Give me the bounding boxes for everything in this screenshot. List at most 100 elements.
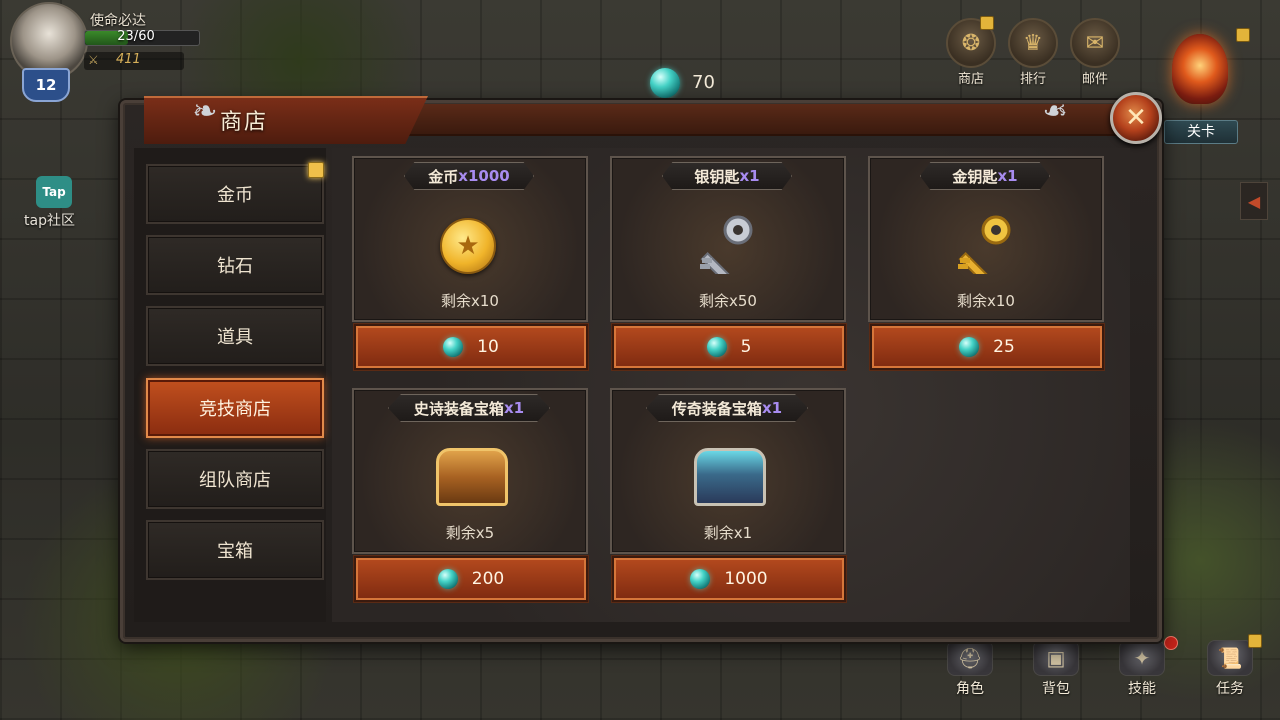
nav-backpack[interactable]: ▣ 背包 xyxy=(1024,640,1088,698)
item-name: 史诗装备宝箱 xyxy=(413,399,504,418)
item-price: 5 xyxy=(740,337,752,357)
tab-items[interactable]: 道具 xyxy=(146,306,324,366)
hp-text: 23/60 xyxy=(117,29,155,44)
power-value: 411 xyxy=(116,52,141,67)
tab-label: 钻石 xyxy=(217,256,253,277)
tab-arena-shop[interactable]: 竞技商店 xyxy=(146,378,324,438)
item-name: 银钥匙 xyxy=(694,167,740,186)
nav-character[interactable]: ⛑ 角色 xyxy=(938,640,1002,698)
expand-arrow-icon[interactable]: ◀ xyxy=(1240,182,1268,220)
item-price: 25 xyxy=(993,337,1015,357)
notification-badge xyxy=(1236,28,1250,42)
item-remaining: 剩余x1 xyxy=(703,524,753,542)
gem-icon xyxy=(650,68,680,98)
notification-badge xyxy=(980,16,994,30)
tab-label: 道具 xyxy=(217,327,253,348)
tap-community-icon[interactable]: Tap xyxy=(36,176,72,208)
buy-button[interactable]: 5 xyxy=(612,324,846,370)
item-name: 传奇装备宝箱 xyxy=(671,399,762,418)
item-remaining: 剩余x10 xyxy=(957,292,1015,310)
top-menu-label: 邮件 xyxy=(1081,72,1108,87)
top-menu-ranking[interactable]: ♛ 排行 xyxy=(1008,18,1058,87)
item-qty: x1 xyxy=(503,399,525,417)
item-title: 银钥匙 x1 xyxy=(662,162,792,190)
close-icon: ✕ xyxy=(1125,103,1147,133)
item-title: 金币 x1000 xyxy=(404,162,534,190)
item-price: 10 xyxy=(477,337,499,357)
tab-label: 宝箱 xyxy=(217,541,253,562)
gem-icon xyxy=(690,569,711,589)
gem-count: 70 xyxy=(692,72,715,93)
buy-button[interactable]: 200 xyxy=(354,556,588,602)
nav-quests[interactable]: 📜 任务 xyxy=(1198,634,1262,698)
item-remaining: 剩余x10 xyxy=(441,292,499,310)
item-name: 金钥匙 xyxy=(952,167,998,186)
item-remaining: 剩余x50 xyxy=(699,292,757,310)
shop-items-grid: 金币 x1000 ★ 剩余x10 10 银钥匙 x1 剩余x50 5 金钥匙 x… xyxy=(332,148,1130,622)
tap-badge-text: Tap xyxy=(42,185,66,199)
buy-button[interactable]: 25 xyxy=(870,324,1104,370)
top-menu-label: 排行 xyxy=(1019,72,1046,87)
alert-dot xyxy=(1164,636,1178,650)
tab-chests[interactable]: 宝箱 xyxy=(146,520,324,580)
backpack-icon: ▣ xyxy=(1033,640,1079,676)
shop-category-sidebar: 金币 钻石 道具 竞技商店 组队商店 宝箱 xyxy=(134,148,326,622)
item-qty: x1 xyxy=(739,167,760,185)
item-title: 史诗装备宝箱 x1 xyxy=(388,394,550,422)
tap-community-label[interactable]: tap社区 xyxy=(24,210,75,230)
item-qty: x1 xyxy=(997,167,1018,185)
tab-gold[interactable]: 金币 xyxy=(146,162,324,224)
gem-icon xyxy=(959,337,980,357)
item-remaining: 剩余x5 xyxy=(445,524,495,542)
nav-skills[interactable]: ✦ 技能 xyxy=(1110,636,1178,698)
gem-icon xyxy=(437,569,458,589)
gem-icon xyxy=(706,337,727,357)
gold-key-icon xyxy=(958,215,1011,274)
mail-icon: ✉ xyxy=(1070,18,1120,68)
buy-button[interactable]: 10 xyxy=(354,324,588,370)
item-title: 金钥匙 x1 xyxy=(920,162,1050,190)
player-level: 12 xyxy=(35,76,57,94)
skill-book-icon: ✦ xyxy=(1119,640,1165,676)
epic-chest-icon xyxy=(436,448,508,506)
shop-item-card[interactable]: 金币 x1000 ★ 剩余x10 10 xyxy=(352,156,588,370)
gem-icon xyxy=(443,337,464,357)
stage-button[interactable] xyxy=(1156,20,1250,120)
item-qty: x1000 xyxy=(458,167,510,185)
silver-key-icon xyxy=(700,215,753,274)
close-button[interactable]: ✕ xyxy=(1110,92,1162,144)
item-price: 1000 xyxy=(724,569,768,589)
gold-coin-icon: ★ xyxy=(440,218,496,274)
stage-label[interactable]: 关卡 xyxy=(1164,120,1238,144)
wing-ornament-right-icon: ❧ xyxy=(1042,94,1068,129)
shop-title: 商店 xyxy=(220,110,269,135)
ranking-icon: ♛ xyxy=(1008,18,1058,68)
top-menu-mail[interactable]: ✉ 邮件 xyxy=(1070,18,1120,87)
shop-item-card[interactable]: 银钥匙 x1 剩余x50 5 xyxy=(610,156,846,370)
tab-label: 组队商店 xyxy=(199,470,271,491)
item-price: 200 xyxy=(471,569,505,589)
tab-team-shop[interactable]: 组队商店 xyxy=(146,449,324,509)
player-level-badge: 12 xyxy=(22,68,70,102)
item-qty: x1 xyxy=(761,399,783,417)
legendary-chest-icon xyxy=(694,448,766,506)
scroll-icon: 📜 xyxy=(1207,640,1253,676)
top-menu-shop[interactable]: ❂ 商店 xyxy=(946,16,996,87)
notification-badge xyxy=(308,162,324,178)
top-menu-label: 商店 xyxy=(957,72,984,87)
shop-item-card[interactable]: 史诗装备宝箱 x1 剩余x5 200 xyxy=(352,388,588,602)
gem-currency: 70 xyxy=(650,66,728,100)
nav-label: 技能 xyxy=(1128,681,1156,697)
tab-label: 金币 xyxy=(217,185,253,206)
tab-diamond[interactable]: 钻石 xyxy=(146,235,324,295)
nav-label: 背包 xyxy=(1042,681,1070,697)
shop-item-card[interactable]: 金钥匙 x1 剩余x10 25 xyxy=(868,156,1104,370)
sword-icon: ⚔ xyxy=(88,53,99,67)
nav-label: 任务 xyxy=(1216,681,1244,697)
nav-label: 角色 xyxy=(956,681,984,697)
buy-button[interactable]: 1000 xyxy=(612,556,846,602)
shop-item-card[interactable]: 传奇装备宝箱 x1 剩余x1 1000 xyxy=(610,388,846,602)
stage-portal-icon xyxy=(1172,34,1228,104)
item-name: 金币 xyxy=(428,167,459,186)
item-title: 传奇装备宝箱 x1 xyxy=(646,394,808,422)
